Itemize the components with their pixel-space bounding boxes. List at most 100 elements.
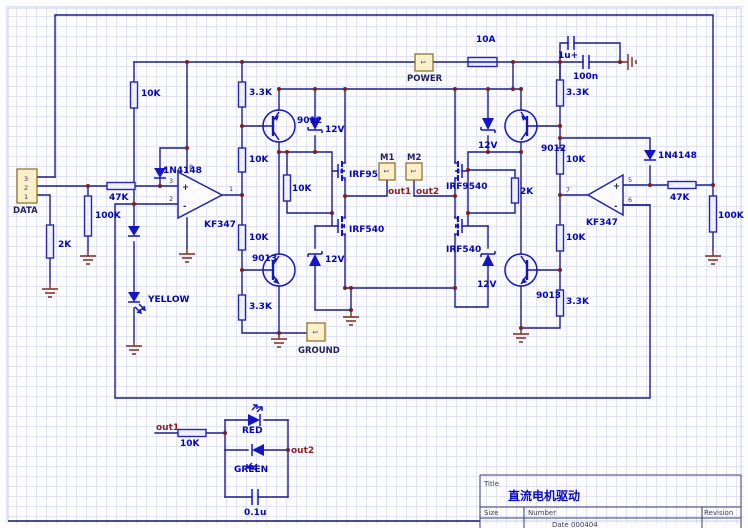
mosfet-irf540-left[interactable]: IRF540 bbox=[338, 216, 384, 236]
title-block-title: 直流电机驱动 bbox=[508, 488, 580, 503]
title-block-size-label: Size bbox=[484, 509, 498, 517]
resistor-label: 10K bbox=[249, 233, 270, 243]
opamp-right[interactable]: + - 5 6 7 KF347 bbox=[566, 175, 632, 228]
opamp-pin-number: 2 bbox=[169, 195, 173, 203]
connector-label: M1 bbox=[380, 153, 394, 163]
schematic-sheet: 2K 100K 47K 10K 3.3K 10K 10K 3.3K 10K 2K… bbox=[0, 0, 748, 528]
opamp-pin-number: 6 bbox=[628, 196, 632, 204]
zener-12v-lower-right[interactable]: 12V bbox=[477, 251, 497, 290]
transistor-9012-right[interactable]: 9012 bbox=[505, 110, 566, 154]
capacitor-label: 1u+ bbox=[558, 51, 578, 61]
resistor-2k-data bbox=[47, 225, 54, 258]
zener-12v-lower-left[interactable]: 12V bbox=[308, 251, 345, 266]
resistor-2k-gate-right bbox=[512, 178, 519, 203]
diode-chain-left[interactable] bbox=[128, 226, 140, 236]
resistor-label: 3.3K bbox=[249, 88, 273, 98]
connector-pin-number: 1 bbox=[311, 330, 319, 334]
net-label-out1-bottom: out1 bbox=[156, 423, 179, 433]
connector-label: M2 bbox=[407, 153, 421, 163]
diode-1n4148-right[interactable]: 1N4148 bbox=[644, 150, 697, 161]
zener-12v-upper-right[interactable]: 12V bbox=[478, 118, 498, 151]
led-yellow[interactable]: YELLOW bbox=[128, 292, 189, 313]
transistor-label: 9012 bbox=[297, 116, 322, 126]
connector-m1[interactable]: 1 M1 bbox=[379, 153, 395, 180]
resistor-label: 10K bbox=[292, 184, 313, 194]
connector-pin-number: 1 bbox=[382, 169, 390, 173]
resistor-47k-right bbox=[668, 182, 696, 189]
capacitor-bulk[interactable]: 1u+ bbox=[558, 36, 578, 61]
net-label-out2: out2 bbox=[416, 187, 439, 197]
led-label: RED bbox=[242, 426, 263, 436]
capacitor-label: 100n bbox=[573, 72, 598, 82]
led-label: GREEN bbox=[234, 465, 268, 475]
opamp-left[interactable]: + - 3 2 1 8 KF347 bbox=[169, 163, 236, 230]
connector-power[interactable]: 1 POWER bbox=[407, 54, 443, 84]
schematic-canvas[interactable]: 2K 100K 47K 10K 3.3K 10K 10K 3.3K 10K 2K… bbox=[0, 0, 748, 528]
diode-label: 1N4148 bbox=[658, 151, 697, 161]
mosfet-irf540-right[interactable]: IRF540 bbox=[446, 216, 481, 255]
connector-pin-number: 2 bbox=[24, 184, 28, 192]
connector-pin-number: 3 bbox=[24, 175, 28, 183]
resistor-3k3-top-left bbox=[239, 82, 246, 107]
resistor-label: 2K bbox=[58, 240, 72, 250]
resistor-label: 10K bbox=[566, 155, 587, 165]
mosfet-label: IRF540 bbox=[446, 245, 481, 255]
resistor-label: 2K bbox=[520, 187, 534, 197]
opamp-plus-mark: + bbox=[613, 182, 620, 192]
connector-m2[interactable]: 1 M2 bbox=[406, 153, 422, 180]
transistor-label: 9013 bbox=[536, 291, 561, 301]
title-block-number-label: Number bbox=[528, 509, 556, 517]
title-block-revision-label: Revision bbox=[704, 509, 733, 517]
opamp-part-label: KF347 bbox=[586, 218, 618, 228]
resistor-label: 10K bbox=[249, 155, 270, 165]
resistor-label: 100K bbox=[95, 211, 122, 221]
title-block: Title 直流电机驱动 Size Number Revision Date 0… bbox=[480, 475, 741, 528]
fuse-label: 10A bbox=[476, 35, 496, 45]
resistor-label: 100K bbox=[718, 211, 745, 221]
connector-data[interactable]: 3 2 1 DATA bbox=[13, 169, 38, 216]
opamp-minus-mark: - bbox=[183, 202, 187, 212]
resistor-label: 3.3K bbox=[566, 297, 590, 307]
transistor-9013-right[interactable]: 9013 bbox=[505, 254, 561, 301]
led-label: YELLOW bbox=[147, 295, 189, 305]
wires bbox=[37, 15, 713, 497]
resistor-10k-down-right bbox=[557, 225, 564, 251]
zener-label: 12V bbox=[325, 125, 345, 135]
net-label-out2-bottom: out2 bbox=[291, 446, 314, 456]
resistor-10k-down-left bbox=[239, 225, 246, 250]
resistor-label: 3.3K bbox=[566, 88, 590, 98]
mosfet-label: IRF9540 bbox=[446, 182, 487, 192]
mosfet-irf9540-right[interactable]: IRF9540 bbox=[446, 161, 487, 192]
mosfet-label: IRF540 bbox=[349, 225, 384, 235]
opamp-pin-number: 5 bbox=[628, 176, 632, 184]
resistor-label: 10K bbox=[180, 439, 201, 449]
resistor-100k-left bbox=[85, 196, 92, 236]
transistor-label: 9013 bbox=[252, 254, 277, 264]
resistor-label: 10K bbox=[141, 89, 162, 99]
capacitor-label: 0.1u bbox=[244, 508, 266, 518]
zener-label: 12V bbox=[477, 280, 497, 290]
junction-dots bbox=[86, 60, 715, 452]
transistor-label: 9012 bbox=[541, 144, 566, 154]
opamp-minus-mark: - bbox=[614, 202, 618, 212]
resistor-10k-up-left bbox=[239, 148, 246, 172]
resistor-10k-led bbox=[178, 430, 206, 437]
resistor-10k-gate-left bbox=[284, 175, 291, 201]
opamp-pin-number: 8 bbox=[189, 163, 193, 171]
opamp-part-label: KF347 bbox=[204, 220, 236, 230]
opamp-plus-mark: + bbox=[182, 183, 189, 193]
connector-label: GROUND bbox=[298, 346, 340, 356]
connector-ground[interactable]: 1 GROUND bbox=[298, 323, 340, 356]
led-green[interactable]: GREEN bbox=[234, 444, 268, 475]
sheet-border bbox=[8, 8, 741, 521]
resistor-47k-left bbox=[107, 183, 135, 190]
opamp-pin-number: 1 bbox=[229, 185, 233, 193]
resistor-label: 10K bbox=[566, 233, 587, 243]
capacitor-snubber[interactable]: 0.1u bbox=[244, 489, 266, 518]
resistor-10k-feedback-left bbox=[131, 82, 138, 108]
fuse-10a[interactable]: 10A bbox=[468, 35, 497, 67]
resistors[interactable]: 2K 100K 47K 10K 3.3K 10K 10K 3.3K 10K 2K… bbox=[47, 80, 745, 449]
resistor-3k3-bottom-left bbox=[239, 295, 246, 320]
title-block-date: Date 000404 bbox=[552, 521, 598, 528]
connector-pin-number: 1 bbox=[409, 169, 417, 173]
